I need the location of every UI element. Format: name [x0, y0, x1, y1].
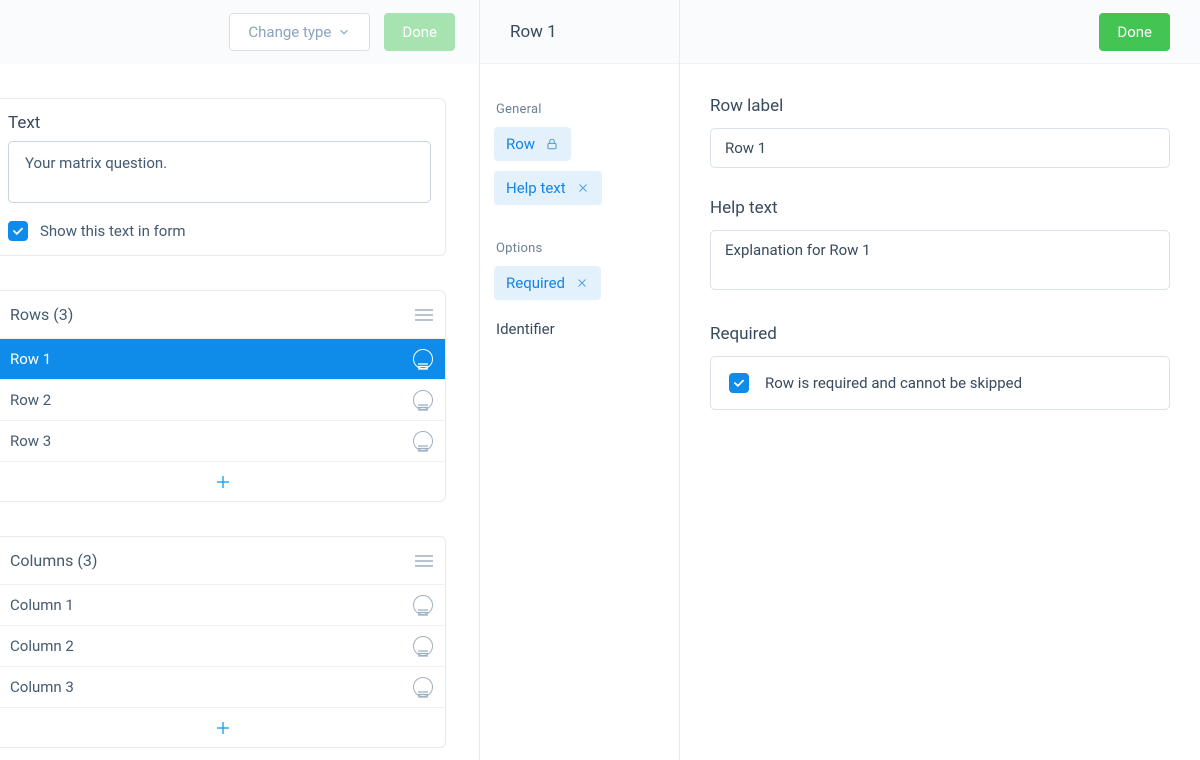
drag-handle-icon[interactable] — [413, 390, 433, 410]
left-toolbar: Change type Done — [0, 0, 479, 64]
required-heading: Required — [710, 324, 1170, 344]
right-body: Row label Help text Required Row is requ… — [680, 64, 1200, 472]
rows-header-label: Rows (3) — [10, 305, 73, 324]
menu-icon[interactable] — [415, 555, 433, 567]
lock-icon — [545, 137, 559, 151]
menu-icon[interactable] — [415, 309, 433, 321]
property-form-panel: Done Row label Help text Required Row is… — [680, 0, 1200, 760]
question-text-input[interactable]: Your matrix question. — [8, 141, 431, 203]
row-item[interactable]: Row 2 — [0, 379, 445, 420]
drag-handle-icon[interactable] — [413, 677, 433, 697]
chevron-down-icon — [337, 25, 351, 39]
question-editor-panel: Change type Done Text Your matrix questi… — [0, 0, 480, 760]
columns-header: Columns (3) — [0, 537, 445, 584]
show-in-form-checkbox[interactable] — [8, 221, 28, 241]
change-type-button[interactable]: Change type — [229, 13, 370, 51]
mid-header: Row 1 — [480, 0, 679, 64]
text-section: Text Your matrix question. Show this tex… — [0, 98, 446, 256]
nav-link-identifier[interactable]: Identifier — [494, 310, 679, 348]
mid-body: General Row Help text Options — [480, 64, 679, 348]
right-toolbar: Done — [680, 0, 1200, 64]
help-text-field: Help text — [710, 198, 1170, 294]
row-item-label: Row 3 — [10, 432, 51, 450]
columns-header-label: Columns (3) — [10, 551, 97, 570]
right-done-label: Done — [1117, 23, 1152, 41]
row-label-heading: Row label — [710, 96, 1170, 116]
row-item-label: Row 2 — [10, 391, 51, 409]
nav-pill-row[interactable]: Row — [494, 127, 571, 161]
property-nav-panel: Row 1 General Row Help text — [480, 0, 680, 760]
drag-handle-icon[interactable] — [413, 431, 433, 451]
required-message: Row is required and cannot be skipped — [765, 374, 1022, 392]
text-section-title: Text — [0, 99, 445, 141]
drag-handle-icon[interactable] — [413, 595, 433, 615]
column-item[interactable]: Column 1 — [0, 584, 445, 625]
row-item-label: Row 1 — [10, 350, 51, 368]
nav-pill-help-text-label: Help text — [506, 179, 566, 197]
columns-section: Columns (3) Column 1 Column 2 — [0, 536, 446, 748]
add-row-button[interactable] — [0, 461, 445, 501]
row-label-input[interactable] — [710, 128, 1170, 168]
help-text-heading: Help text — [710, 198, 1170, 218]
required-box: Row is required and cannot be skipped — [710, 356, 1170, 410]
nav-pill-required[interactable]: Required — [494, 266, 601, 300]
help-text-input[interactable] — [710, 230, 1170, 290]
rows-header: Rows (3) — [0, 291, 445, 338]
add-column-button[interactable] — [0, 707, 445, 747]
column-item-label: Column 1 — [10, 596, 74, 614]
left-body: Text Your matrix question. Show this tex… — [0, 64, 479, 760]
drag-handle-icon[interactable] — [413, 349, 433, 369]
column-item-label: Column 3 — [10, 678, 74, 696]
row-item[interactable]: Row 1 — [0, 338, 445, 379]
show-in-form-row: Show this text in form — [0, 213, 445, 255]
nav-pill-row-label: Row — [506, 135, 535, 153]
column-item[interactable]: Column 3 — [0, 666, 445, 707]
required-field: Required Row is required and cannot be s… — [710, 324, 1170, 410]
rows-section: Rows (3) Row 1 Row 2 — [0, 290, 446, 502]
drag-handle-icon[interactable] — [413, 636, 433, 656]
left-done-button[interactable]: Done — [384, 13, 455, 51]
left-done-label: Done — [402, 23, 437, 41]
options-group-label: Options — [496, 241, 679, 256]
nav-pill-required-label: Required — [506, 274, 565, 292]
mid-title: Row 1 — [510, 22, 557, 42]
row-item[interactable]: Row 3 — [0, 420, 445, 461]
column-item-label: Column 2 — [10, 637, 74, 655]
close-icon[interactable] — [575, 276, 589, 290]
change-type-label: Change type — [248, 23, 331, 41]
row-label-field: Row label — [710, 96, 1170, 168]
close-icon[interactable] — [576, 181, 590, 195]
right-done-button[interactable]: Done — [1099, 13, 1170, 51]
nav-pill-help-text[interactable]: Help text — [494, 171, 602, 205]
column-item[interactable]: Column 2 — [0, 625, 445, 666]
required-checkbox[interactable] — [729, 373, 749, 393]
general-group-label: General — [496, 102, 679, 117]
show-in-form-label: Show this text in form — [40, 222, 186, 240]
